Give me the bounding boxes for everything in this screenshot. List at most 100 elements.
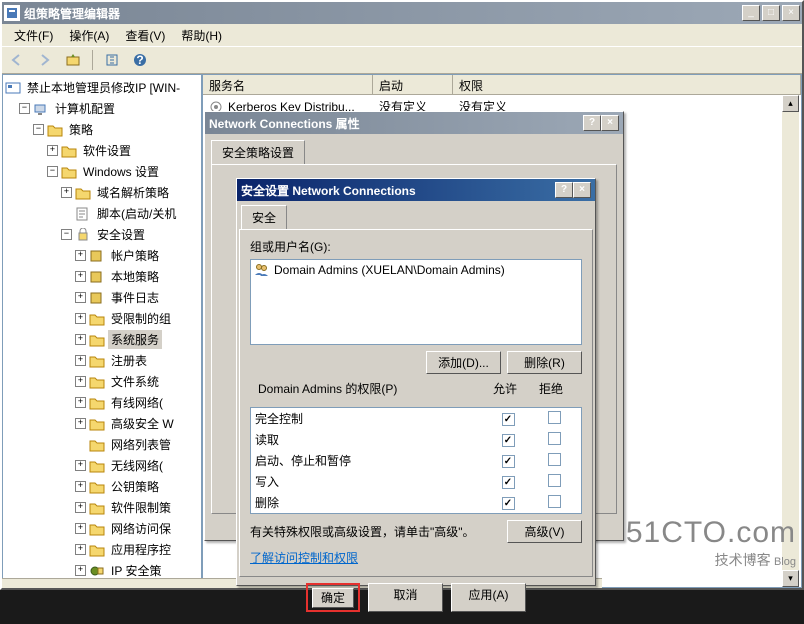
tree-filesystem[interactable]: +文件系统 (5, 371, 199, 392)
tree-wired[interactable]: +有线网络( (5, 392, 199, 413)
advanced-button[interactable]: 高级(V) (507, 520, 582, 543)
tree-panel[interactable]: 禁止本地管理员修改IP [WIN- −计算机配置 −策略 +软件设置 −Wind… (2, 74, 202, 588)
tree-advanced-fw[interactable]: +高级安全 W (5, 413, 199, 434)
tree-dns[interactable]: +域名解析策略 (5, 182, 199, 203)
tree-registry[interactable]: +注册表 (5, 350, 199, 371)
allow-write-checkbox[interactable]: ✓ (502, 476, 515, 489)
permissions-list: 完全控制✓ 读取✓ 启动、停止和暂停✓ 写入✓ 删除✓ (250, 407, 582, 514)
tree-software-restriction[interactable]: +软件限制策 (5, 497, 199, 518)
expand-icon[interactable]: + (75, 418, 86, 429)
collapse-icon[interactable]: − (19, 103, 30, 114)
menu-file[interactable]: 文件(F) (6, 25, 61, 46)
minimize-button[interactable]: _ (742, 5, 760, 21)
tree-security-settings[interactable]: −安全设置 (5, 224, 199, 245)
collapse-icon[interactable]: − (61, 229, 72, 240)
deny-delete-checkbox[interactable] (548, 495, 561, 508)
remove-button[interactable]: 删除(R) (507, 351, 582, 374)
export-button[interactable] (101, 49, 123, 71)
allow-full-checkbox[interactable]: ✓ (502, 413, 515, 426)
expand-icon[interactable]: + (75, 523, 86, 534)
col-service-name[interactable]: 服务名 (203, 75, 373, 95)
expand-icon[interactable]: + (75, 292, 86, 303)
tree-root[interactable]: 禁止本地管理员修改IP [WIN- (5, 77, 199, 98)
deny-full-checkbox[interactable] (548, 411, 561, 424)
collapse-icon[interactable]: − (47, 166, 58, 177)
deny-write-checkbox[interactable] (548, 474, 561, 487)
help-link[interactable]: 了解访问控制和权限 (250, 551, 358, 565)
tree-computer-config[interactable]: −计算机配置 (5, 98, 199, 119)
dlg1-close-button[interactable]: × (601, 115, 619, 131)
menu-bar[interactable]: 文件(F) 操作(A) 查看(V) 帮助(H) (2, 24, 802, 46)
perm-delete: 删除✓ (251, 492, 581, 513)
deny-read-checkbox[interactable] (548, 432, 561, 445)
scroll-down-icon[interactable]: ▾ (782, 570, 799, 587)
tree-event-log[interactable]: +事件日志 (5, 287, 199, 308)
dlg2-help-button[interactable]: ? (555, 182, 573, 198)
tree-system-services[interactable]: +系统服务 (5, 329, 199, 350)
app-icon (4, 5, 20, 21)
dlg1-help-button[interactable]: ? (583, 115, 601, 131)
permissions-label: Domain Admins 的权限(P) (258, 380, 482, 397)
tab-security-policy[interactable]: 安全策略设置 (211, 140, 305, 164)
expand-icon[interactable]: + (75, 376, 86, 387)
expand-icon[interactable]: + (75, 565, 86, 576)
security-titlebar[interactable]: 安全设置 Network Connections ? × (237, 179, 595, 201)
expand-icon[interactable]: + (75, 481, 86, 492)
expand-icon[interactable]: + (75, 334, 86, 345)
main-titlebar[interactable]: 组策略管理编辑器 _ □ × (2, 2, 802, 24)
tree-app-control[interactable]: +应用程序控 (5, 539, 199, 560)
tree-policies[interactable]: −策略 (5, 119, 199, 140)
menu-view[interactable]: 查看(V) (117, 25, 173, 46)
maximize-button[interactable]: □ (762, 5, 780, 21)
tree-netlist[interactable]: 网络列表管 (5, 434, 199, 455)
deny-startstop-checkbox[interactable] (548, 453, 561, 466)
tree-local-policy[interactable]: +本地策略 (5, 266, 199, 287)
ok-button[interactable]: 确定 (312, 588, 354, 608)
expand-icon[interactable]: + (75, 271, 86, 282)
close-button[interactable]: × (782, 5, 800, 21)
apply-button[interactable]: 应用(A) (451, 583, 526, 612)
security-settings-dialog: 安全设置 Network Connections ? × 安全 组或用户名(G)… (236, 178, 596, 586)
allow-startstop-checkbox[interactable]: ✓ (502, 455, 515, 468)
tree-net-access[interactable]: +网络访问保 (5, 518, 199, 539)
menu-help[interactable]: 帮助(H) (173, 25, 230, 46)
properties-titlebar[interactable]: Network Connections 属性 ? × (205, 112, 623, 134)
tree-scripts[interactable]: 脚本(启动/关机 (5, 203, 199, 224)
menu-action[interactable]: 操作(A) (61, 25, 117, 46)
tree-restricted[interactable]: +受限制的组 (5, 308, 199, 329)
tab-security[interactable]: 安全 (241, 205, 287, 229)
expand-icon[interactable]: + (47, 145, 58, 156)
perm-read: 读取✓ (251, 429, 581, 450)
allow-delete-checkbox[interactable]: ✓ (502, 497, 515, 510)
collapse-icon[interactable]: − (33, 124, 44, 135)
tree-windows-settings[interactable]: −Windows 设置 (5, 161, 199, 182)
tree-software[interactable]: +软件设置 (5, 140, 199, 161)
back-button (6, 49, 28, 71)
col-permission[interactable]: 权限 (453, 75, 801, 95)
up-button[interactable] (62, 49, 84, 71)
expand-icon[interactable]: + (75, 544, 86, 555)
expand-icon[interactable]: + (75, 502, 86, 513)
expand-icon[interactable]: + (61, 187, 72, 198)
tree-account-policy[interactable]: +帐户策略 (5, 245, 199, 266)
group-entry[interactable]: Domain Admins (XUELAN\Domain Admins) (253, 262, 579, 278)
ok-highlight: 确定 (306, 583, 360, 612)
tree-public-key[interactable]: +公钥策略 (5, 476, 199, 497)
expand-icon[interactable]: + (75, 313, 86, 324)
expand-icon[interactable]: + (75, 355, 86, 366)
add-button[interactable]: 添加(D)... (426, 351, 501, 374)
col-startup[interactable]: 启动 (373, 75, 453, 95)
expand-icon[interactable]: + (75, 397, 86, 408)
scroll-up-icon[interactable]: ▴ (782, 95, 799, 112)
expand-icon[interactable]: + (75, 250, 86, 261)
scrollbar[interactable]: ▴ ▾ (782, 95, 799, 587)
expand-icon[interactable]: + (75, 460, 86, 471)
group-list[interactable]: Domain Admins (XUELAN\Domain Admins) (250, 259, 582, 345)
cancel-button[interactable]: 取消 (368, 583, 443, 612)
allow-header: 允许 (482, 380, 528, 397)
perm-write: 写入✓ (251, 471, 581, 492)
help-button[interactable]: ? (129, 49, 151, 71)
allow-read-checkbox[interactable]: ✓ (502, 434, 515, 447)
dlg2-close-button[interactable]: × (573, 182, 591, 198)
tree-wireless[interactable]: +无线网络( (5, 455, 199, 476)
